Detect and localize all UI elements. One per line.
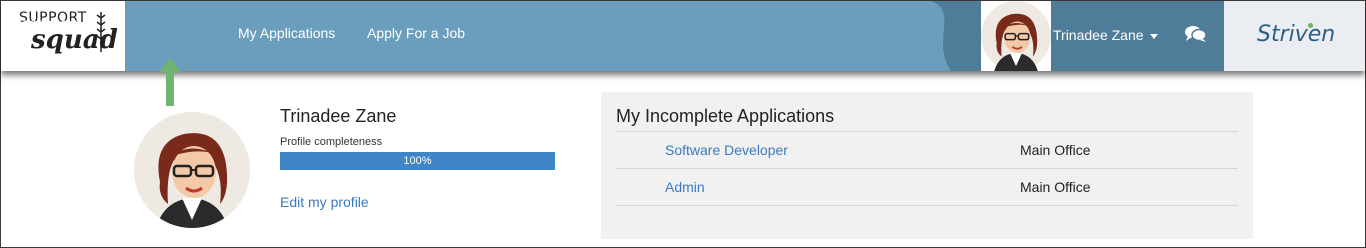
edit-profile-link[interactable]: Edit my profile — [280, 194, 369, 210]
row-divider — [616, 205, 1238, 206]
application-title-link[interactable]: Admin — [665, 179, 705, 195]
nav-user-avatar[interactable] — [981, 1, 1051, 71]
nav-my-applications-link[interactable]: My Applications — [238, 25, 335, 41]
caret-down-icon — [1149, 33, 1158, 39]
striven-logo[interactable]: Striven — [1224, 1, 1365, 71]
application-row: Admin Main Office — [616, 169, 1238, 205]
profile-completeness-value: 100% — [403, 155, 432, 167]
profile-avatar — [134, 112, 250, 228]
striven-logo-text: Striven — [1257, 22, 1336, 47]
profile-completeness-label: Profile completeness — [280, 136, 383, 148]
wheat-icon — [96, 12, 106, 52]
annotation-arrow-icon — [159, 58, 181, 106]
application-location: Main Office — [1020, 179, 1091, 195]
application-title-link[interactable]: Software Developer — [665, 142, 788, 158]
striven-logo-dot — [1308, 23, 1313, 28]
nav-dashboard-label: Dashboard — [12, 15, 81, 31]
incomplete-applications-panel: My Incomplete Applications Software Deve… — [601, 92, 1253, 239]
comments-icon[interactable] — [1185, 25, 1207, 48]
support-squad-logo[interactable]: SUPPORT squad — [1, 1, 125, 71]
nav-apply-for-a-job-link[interactable]: Apply For a Job — [367, 25, 465, 41]
top-navbar: SUPPORT squad Dashboard My Applications … — [1, 1, 1365, 71]
application-row: Software Developer Main Office — [616, 132, 1238, 168]
application-location: Main Office — [1020, 142, 1091, 158]
user-menu-toggle[interactable]: Trinadee Zane — [1053, 27, 1158, 43]
user-name-label: Trinadee Zane — [1053, 27, 1144, 43]
profile-name: Trinadee Zane — [280, 106, 397, 126]
panel-title: My Incomplete Applications — [616, 106, 835, 126]
profile-completeness-bar: 100% — [280, 152, 555, 170]
profile-completeness-fill: 100% — [280, 152, 555, 170]
